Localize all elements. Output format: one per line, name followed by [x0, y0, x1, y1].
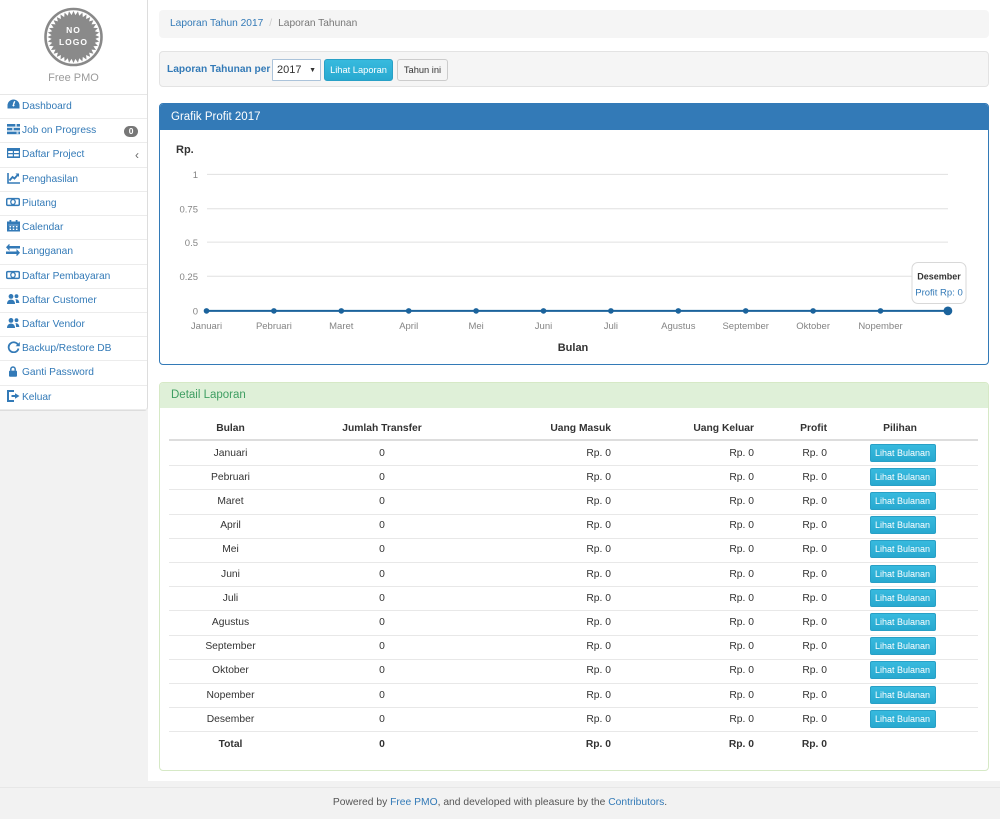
- svg-text:0.25: 0.25: [180, 272, 199, 283]
- svg-text:Januari: Januari: [191, 321, 222, 332]
- svg-text:Juni: Juni: [535, 321, 552, 332]
- svg-text:September: September: [722, 321, 768, 332]
- svg-text:Profit Rp: 0: Profit Rp: 0: [915, 288, 963, 299]
- svg-text:0: 0: [193, 307, 198, 318]
- svg-text:Bulan: Bulan: [558, 342, 589, 354]
- svg-text:0.75: 0.75: [180, 205, 199, 216]
- svg-text:Oktober: Oktober: [796, 321, 830, 332]
- svg-text:Juli: Juli: [604, 321, 618, 332]
- svg-text:LOGO: LOGO: [59, 37, 88, 47]
- svg-text:Desember: Desember: [917, 272, 961, 282]
- svg-text:Maret: Maret: [329, 321, 354, 332]
- svg-text:Pebruari: Pebruari: [256, 321, 292, 332]
- svg-text:Nopember: Nopember: [858, 321, 902, 332]
- svg-text:0.5: 0.5: [185, 238, 198, 249]
- svg-text:Mei: Mei: [468, 321, 483, 332]
- svg-text:April: April: [399, 321, 418, 332]
- svg-text:NO: NO: [66, 25, 81, 35]
- svg-text:Rp.: Rp.: [176, 144, 194, 156]
- svg-text:Agustus: Agustus: [661, 321, 696, 332]
- svg-text:1: 1: [193, 170, 198, 181]
